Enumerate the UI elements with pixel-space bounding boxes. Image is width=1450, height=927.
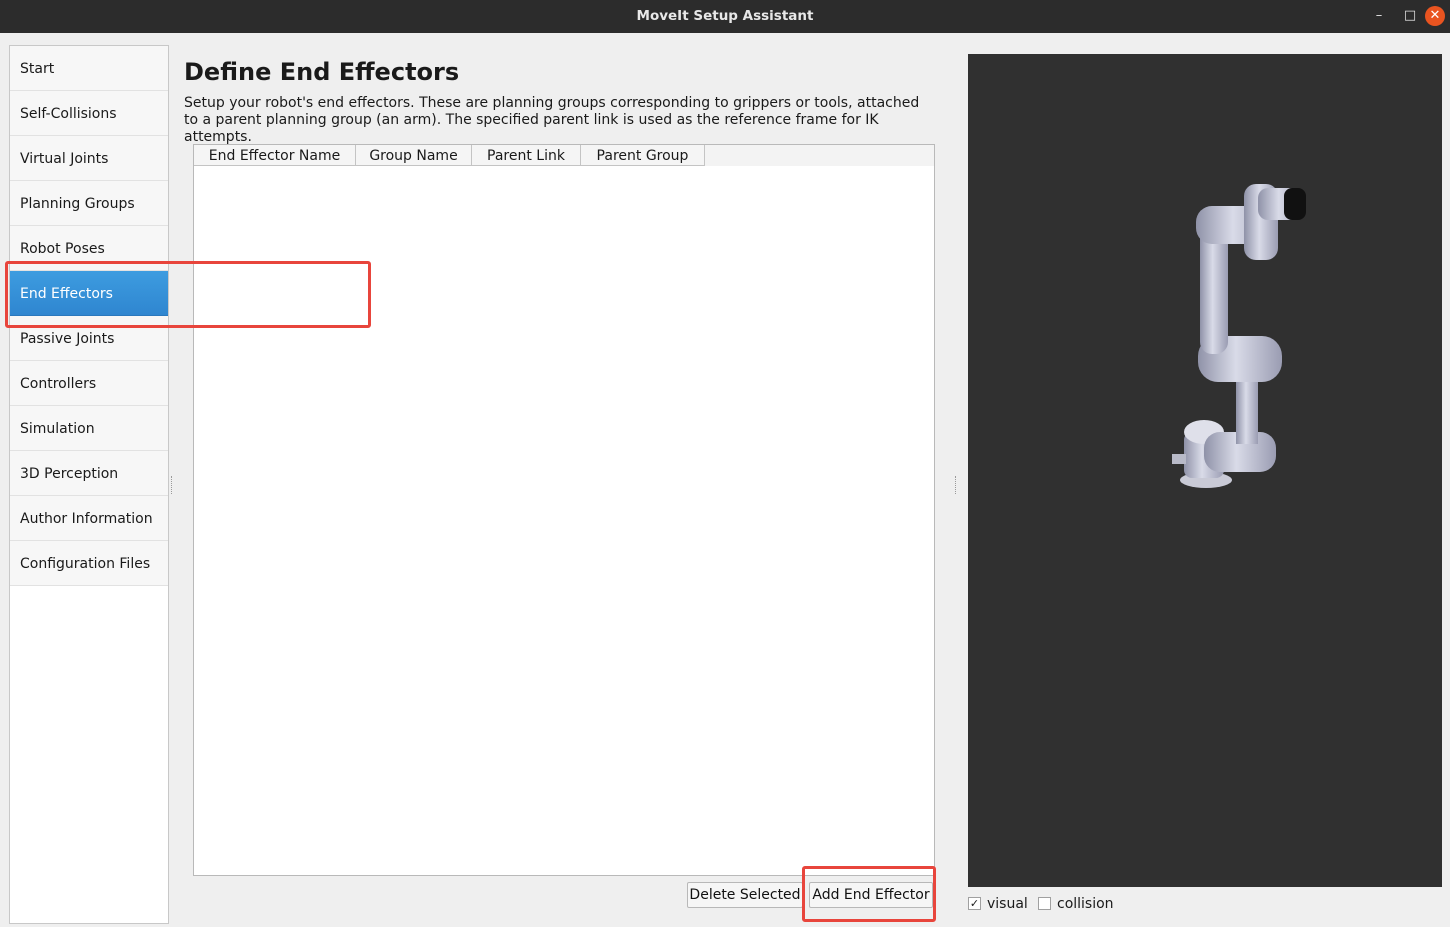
visual-label: visual [987, 896, 1028, 912]
highlight-add-button-annotation [802, 866, 936, 922]
sidebar-item-simulation[interactable]: Simulation [10, 406, 168, 451]
robot-arm-model [1172, 184, 1306, 488]
minimize-icon[interactable]: – [1369, 6, 1389, 26]
column-header-parent-group[interactable]: Parent Group [581, 145, 705, 166]
end-effectors-table[interactable]: End Effector Name Group Name Parent Link… [193, 144, 935, 876]
sidebar-item-3d-perception[interactable]: 3D Perception [10, 451, 168, 496]
sidebar-item-start[interactable]: Start [10, 46, 168, 91]
viewer-splitter[interactable] [955, 476, 957, 494]
collision-label: collision [1057, 896, 1114, 912]
robot-3d-viewer[interactable] [968, 54, 1442, 887]
table-header: End Effector Name Group Name Parent Link… [194, 145, 934, 166]
visual-checkbox[interactable]: ✓ [968, 897, 981, 910]
sidebar-splitter[interactable] [171, 476, 173, 494]
page-description: Setup your robot's end effectors. These … [184, 95, 920, 145]
highlight-end-effectors-annotation [5, 261, 371, 328]
delete-selected-button[interactable]: Delete Selected [687, 882, 803, 908]
sidebar-item-author-information[interactable]: Author Information [10, 496, 168, 541]
sidebar-item-virtual-joints[interactable]: Virtual Joints [10, 136, 168, 181]
page-title: Define End Effectors [184, 58, 460, 86]
collision-checkbox[interactable] [1038, 897, 1051, 910]
column-header-end-effector-name[interactable]: End Effector Name [194, 145, 356, 166]
maximize-icon[interactable]: □ [1400, 6, 1420, 26]
title-bar: MoveIt Setup Assistant – □ ✕ [0, 0, 1450, 33]
sidebar-item-self-collisions[interactable]: Self-Collisions [10, 91, 168, 136]
column-header-parent-link[interactable]: Parent Link [472, 145, 581, 166]
window-title: MoveIt Setup Assistant [636, 8, 814, 24]
sidebar-item-planning-groups[interactable]: Planning Groups [10, 181, 168, 226]
sidebar-item-controllers[interactable]: Controllers [10, 361, 168, 406]
sidebar-nav: Start Self-Collisions Virtual Joints Pla… [9, 45, 169, 924]
column-header-group-name[interactable]: Group Name [356, 145, 472, 166]
sidebar-item-configuration-files[interactable]: Configuration Files [10, 541, 168, 586]
close-icon[interactable]: ✕ [1425, 6, 1445, 26]
